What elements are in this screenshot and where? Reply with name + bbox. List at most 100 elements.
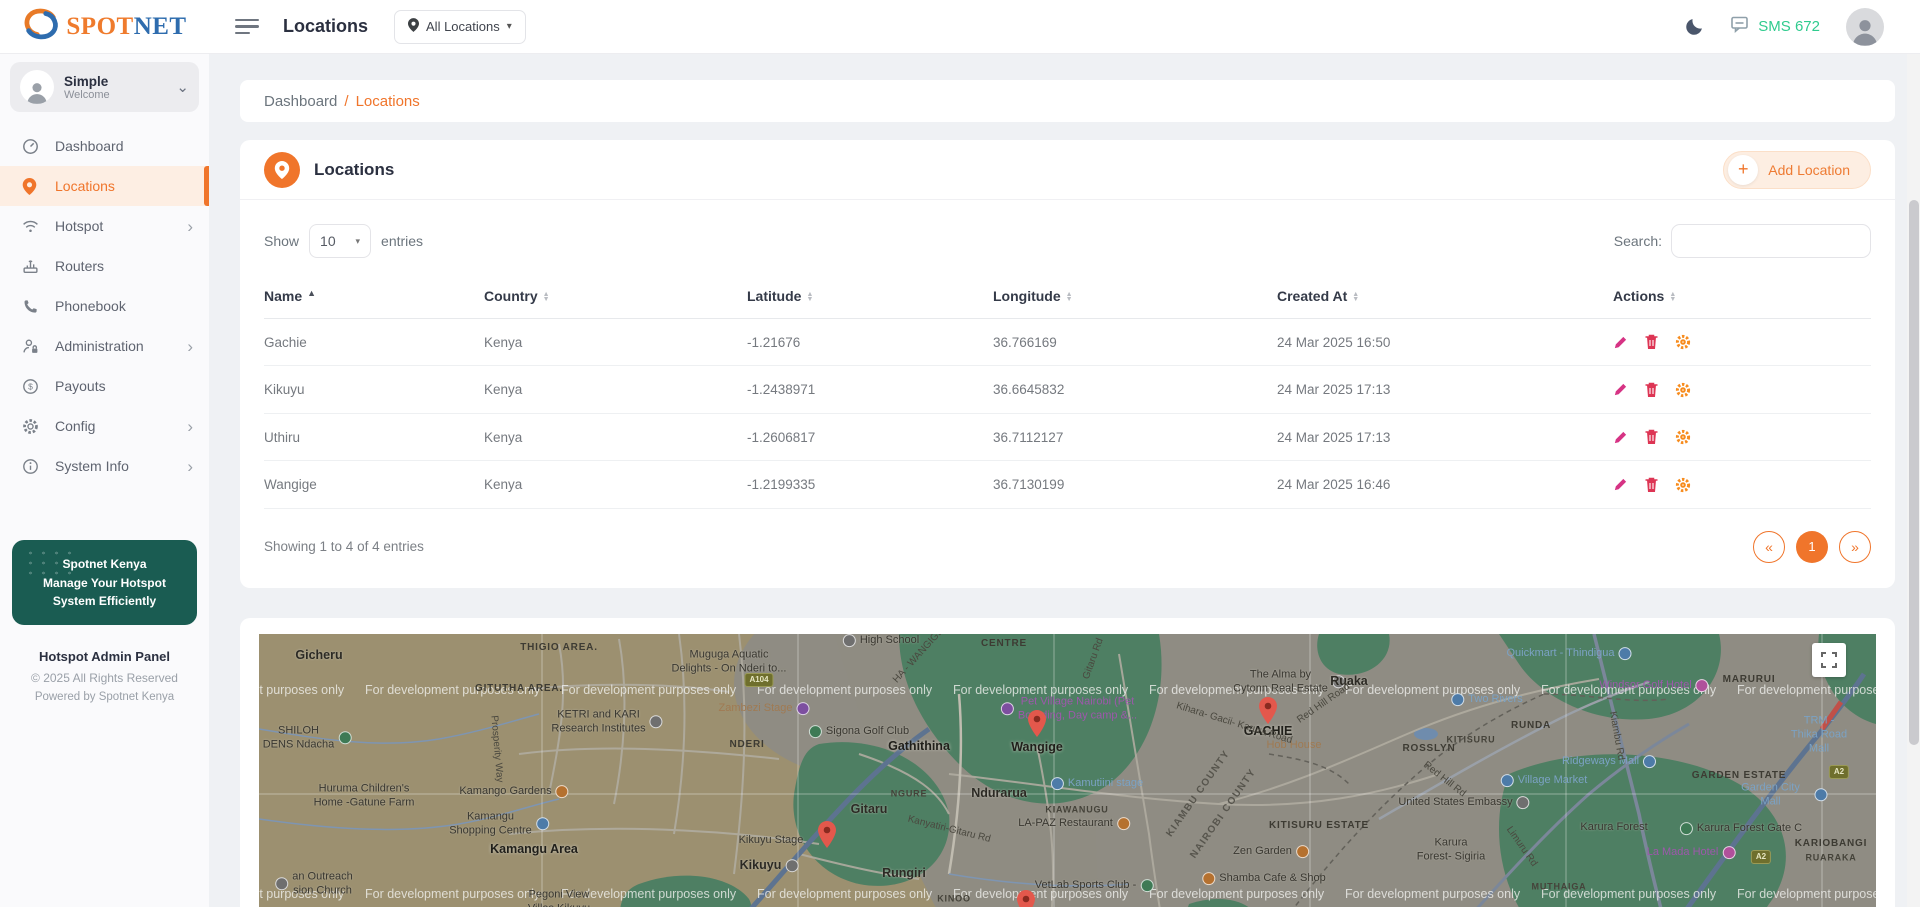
delete-location-button[interactable] bbox=[1644, 477, 1661, 493]
column-header-created-at[interactable]: Created At▲▼ bbox=[1277, 276, 1613, 319]
map-watermark: For development purposes only bbox=[365, 887, 540, 901]
location-pin-icon bbox=[264, 152, 300, 188]
map-marker-kikuyu[interactable] bbox=[818, 821, 836, 853]
phone-icon bbox=[22, 297, 40, 315]
entries-label: entries bbox=[381, 233, 423, 249]
column-header-longitude[interactable]: Longitude▲▼ bbox=[993, 276, 1277, 319]
settings-location-button[interactable] bbox=[1675, 334, 1692, 350]
info-icon bbox=[22, 457, 40, 475]
column-header-actions[interactable]: Actions▲▼ bbox=[1613, 276, 1871, 319]
map-marker-gachie[interactable] bbox=[1259, 697, 1277, 729]
sidebar: Simple Welcome ⌄ Dashboard Locations Hotsp… bbox=[0, 54, 209, 907]
sms-credit-button[interactable]: SMS 672 bbox=[1731, 16, 1820, 38]
location-filter-value: All Locations bbox=[426, 19, 500, 34]
breadcrumb: Dashboard / Locations bbox=[240, 80, 1895, 122]
location-filter-dropdown[interactable]: All Locations ▾ bbox=[394, 10, 526, 44]
sidebar-item-phonebook[interactable]: Phonebook bbox=[0, 286, 209, 326]
cell: 36.766169 bbox=[993, 319, 1277, 366]
sidebar-user-card[interactable]: Simple Welcome ⌄ bbox=[10, 62, 199, 112]
breadcrumb-dashboard[interactable]: Dashboard bbox=[264, 93, 337, 110]
cell: 36.7112127 bbox=[993, 413, 1277, 460]
sidebar-item-hotspot[interactable]: Hotspot › bbox=[0, 206, 209, 246]
cell: Kenya bbox=[484, 366, 747, 413]
column-header-country[interactable]: Country▲▼ bbox=[484, 276, 747, 319]
map-watermark: For development purposes only bbox=[259, 887, 344, 901]
chat-icon bbox=[1731, 16, 1750, 38]
map-card: For development purposes only For develop… bbox=[240, 618, 1895, 907]
menu-toggle-icon[interactable] bbox=[235, 15, 261, 39]
sidebar-item-dashboard[interactable]: Dashboard bbox=[0, 126, 209, 166]
sms-credit-label: SMS 672 bbox=[1758, 18, 1820, 35]
column-header-name[interactable]: Name▲ bbox=[264, 276, 484, 319]
chevron-right-icon: › bbox=[187, 458, 209, 475]
delete-location-button[interactable] bbox=[1644, 382, 1661, 398]
pagination-prev-button[interactable]: « bbox=[1753, 531, 1785, 563]
map-canvas[interactable]: For development purposes only For develop… bbox=[259, 634, 1876, 907]
logo-text: SPOTNET bbox=[66, 13, 186, 41]
cell: Wangige bbox=[264, 461, 484, 508]
cell: Uthiru bbox=[264, 413, 484, 460]
map-fullscreen-button[interactable] bbox=[1812, 643, 1846, 677]
edit-location-button[interactable] bbox=[1613, 477, 1630, 492]
sidebar-item-label: Config bbox=[55, 418, 172, 434]
chevron-down-icon: ▾ bbox=[356, 236, 361, 247]
sidebar-item-locations[interactable]: Locations bbox=[0, 166, 209, 206]
sidebar-item-config[interactable]: Config› bbox=[0, 406, 209, 446]
edit-location-button[interactable] bbox=[1613, 335, 1630, 350]
sort-icon: ▲▼ bbox=[1066, 292, 1073, 302]
pagination-page-1[interactable]: 1 bbox=[1796, 531, 1828, 563]
cell: 24 Mar 2025 17:13 bbox=[1277, 366, 1613, 413]
sidebar-item-label: Hotspot bbox=[55, 218, 172, 234]
actions-cell bbox=[1613, 366, 1871, 413]
scrollbar[interactable] bbox=[1907, 54, 1920, 907]
sidebar-item-label: System Info bbox=[55, 458, 172, 474]
edit-location-button[interactable] bbox=[1613, 430, 1630, 445]
coin-icon: $ bbox=[22, 377, 40, 395]
sidebar-item-payouts[interactable]: $Payouts bbox=[0, 366, 209, 406]
cell: Kenya bbox=[484, 413, 747, 460]
user-lock-icon bbox=[22, 337, 40, 355]
map-watermark: For development purposes only bbox=[1737, 887, 1876, 901]
map-marker-wangige[interactable] bbox=[1028, 710, 1046, 742]
column-header-latitude[interactable]: Latitude▲▼ bbox=[747, 276, 993, 319]
top-bar: SPOTNET Locations All Locations ▾ SMS 67… bbox=[0, 0, 1920, 54]
sidebar-item-label: Routers bbox=[55, 258, 209, 274]
cell: Gachie bbox=[264, 319, 484, 366]
search-input[interactable] bbox=[1671, 224, 1871, 258]
delete-location-button[interactable] bbox=[1644, 429, 1661, 445]
main-content: Dashboard / Locations Locations + Add Lo… bbox=[209, 54, 1907, 907]
cell: -1.2438971 bbox=[747, 366, 993, 413]
sidebar-item-administration[interactable]: Administration› bbox=[0, 326, 209, 366]
gear-icon bbox=[22, 417, 40, 435]
user-subtitle: Welcome bbox=[64, 89, 110, 101]
user-avatar[interactable] bbox=[1846, 8, 1884, 46]
svg-text:$: $ bbox=[28, 381, 33, 391]
settings-location-button[interactable] bbox=[1675, 382, 1692, 398]
delete-location-button[interactable] bbox=[1644, 334, 1661, 350]
pagination-next-button[interactable]: » bbox=[1839, 531, 1871, 563]
sidebar-item-label: Locations bbox=[55, 178, 209, 194]
cell: 24 Mar 2025 17:13 bbox=[1277, 413, 1613, 460]
cell: 24 Mar 2025 16:50 bbox=[1277, 319, 1613, 366]
map-watermark: For development purposes only bbox=[561, 887, 736, 901]
map-watermark: For development purposes only bbox=[561, 683, 736, 697]
chevron-right-icon: › bbox=[187, 218, 209, 235]
add-location-button[interactable]: + Add Location bbox=[1723, 151, 1871, 189]
sidebar-item-routers[interactable]: Routers bbox=[0, 246, 209, 286]
sidebar-item-system-info[interactable]: System Info › bbox=[0, 446, 209, 486]
locations-card: Locations + Add Location Show 10 ▾ entri… bbox=[240, 140, 1895, 588]
settings-location-button[interactable] bbox=[1675, 429, 1692, 445]
actions-cell bbox=[1613, 461, 1871, 508]
dark-mode-toggle[interactable] bbox=[1684, 16, 1705, 37]
sort-icon: ▲▼ bbox=[543, 292, 550, 302]
edit-location-button[interactable] bbox=[1613, 382, 1630, 397]
map-marker-vetlab[interactable] bbox=[1017, 890, 1035, 907]
cell: 24 Mar 2025 16:46 bbox=[1277, 461, 1613, 508]
sidebar-menu: Dashboard Locations Hotspot › Routers Phonebo… bbox=[0, 126, 209, 486]
scrollbar-thumb[interactable] bbox=[1909, 200, 1919, 745]
page-size-select[interactable]: 10 ▾ bbox=[309, 224, 371, 258]
locations-table: Name▲Country▲▼Latitude▲▼Longitude▲▼Creat… bbox=[264, 276, 1871, 509]
settings-location-button[interactable] bbox=[1675, 477, 1692, 493]
table-row-kikuyu: KikuyuKenya-1.243897136.664583224 Mar 20… bbox=[264, 366, 1871, 413]
sidebar-item-label: Dashboard bbox=[55, 138, 209, 154]
